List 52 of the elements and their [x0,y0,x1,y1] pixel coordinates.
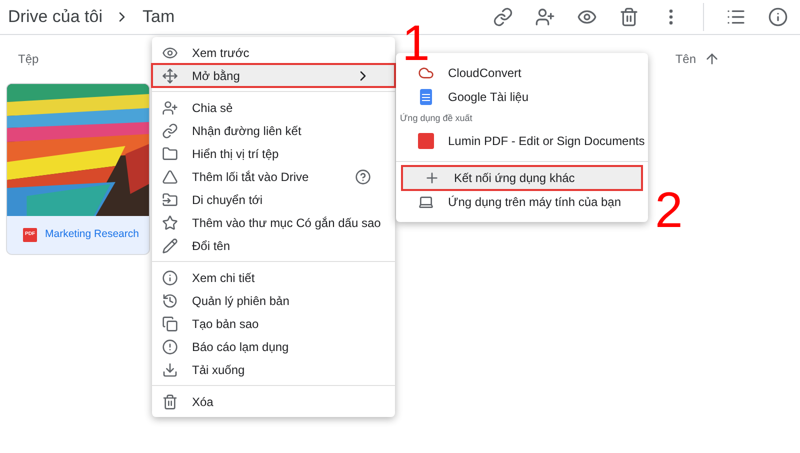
cloud-icon [418,65,434,81]
link-icon [162,122,178,138]
menu-item[interactable]: Xem chi tiết [152,266,395,289]
menu-item[interactable]: Quản lý phiên bản [152,289,395,312]
info-icon[interactable] [768,7,788,27]
menu-item[interactable]: Báo cáo lạm dụng [152,335,395,358]
column-header: Tệp [18,51,39,68]
star-icon [162,214,178,230]
menu-item[interactable]: Thêm vào thư mục Có gắn dấu sao [152,211,395,234]
section-heading: Ứng dụng đề xuất [399,112,474,125]
arrow-up-icon [704,51,720,67]
menu-item[interactable]: Chia sẻ [152,96,395,119]
menu-item[interactable]: Kết nối ứng dụng khác [402,166,642,190]
menu-item[interactable]: Nhận đường liên kết [152,119,395,142]
menu-item[interactable]: Di chuyển tới [152,188,395,211]
menu-item[interactable]: Xóa [152,390,395,413]
menu-item[interactable]: Hiển thị vị trí tệp [152,142,395,165]
menu-item[interactable]: Tạo bản sao [152,312,395,335]
move-arrows-icon [162,68,178,84]
triangle-icon [162,168,178,184]
link-icon[interactable] [493,7,513,27]
laptop-icon [418,194,434,210]
folder-arrow-icon [162,192,178,208]
plus-icon [424,170,440,186]
breadcrumb-item[interactable]: Drive của tôi [8,4,102,30]
menu-item[interactable]: Ứng dụng trên máy tính của bạn [396,190,648,214]
menu-item[interactable]: Lumin PDF - Edit or Sign Documents [396,128,648,152]
trash-icon[interactable] [619,7,639,27]
info-icon [162,270,178,286]
pencil-icon [162,238,178,254]
person-add-icon[interactable] [535,7,555,27]
menu-item[interactable]: Xem trước [152,41,395,64]
history-icon [162,292,178,308]
help-icon[interactable] [355,168,371,184]
step-number: 2 [655,185,683,235]
eye-icon [162,44,178,60]
menu-item[interactable]: Thêm lối tắt vào Drive [152,165,395,188]
folder-icon [162,146,178,162]
trash-icon [162,394,178,410]
pdf-app-icon [418,132,434,148]
download-icon [162,362,178,378]
person-add-icon [162,100,178,116]
copy-icon [162,316,178,332]
menu-item[interactable]: Tải xuống [152,358,395,381]
breadcrumb-item[interactable]: Tam [142,4,175,30]
menu-item[interactable]: Mở bằng [152,64,395,87]
alert-icon [162,338,178,354]
file-name: Marketing Research [45,227,139,242]
menu-item[interactable]: Đổi tên [152,234,395,257]
menu-item[interactable]: Google Tài liệu [396,85,648,109]
document-icon [420,89,432,105]
sort-header[interactable]: Tên [675,50,696,68]
